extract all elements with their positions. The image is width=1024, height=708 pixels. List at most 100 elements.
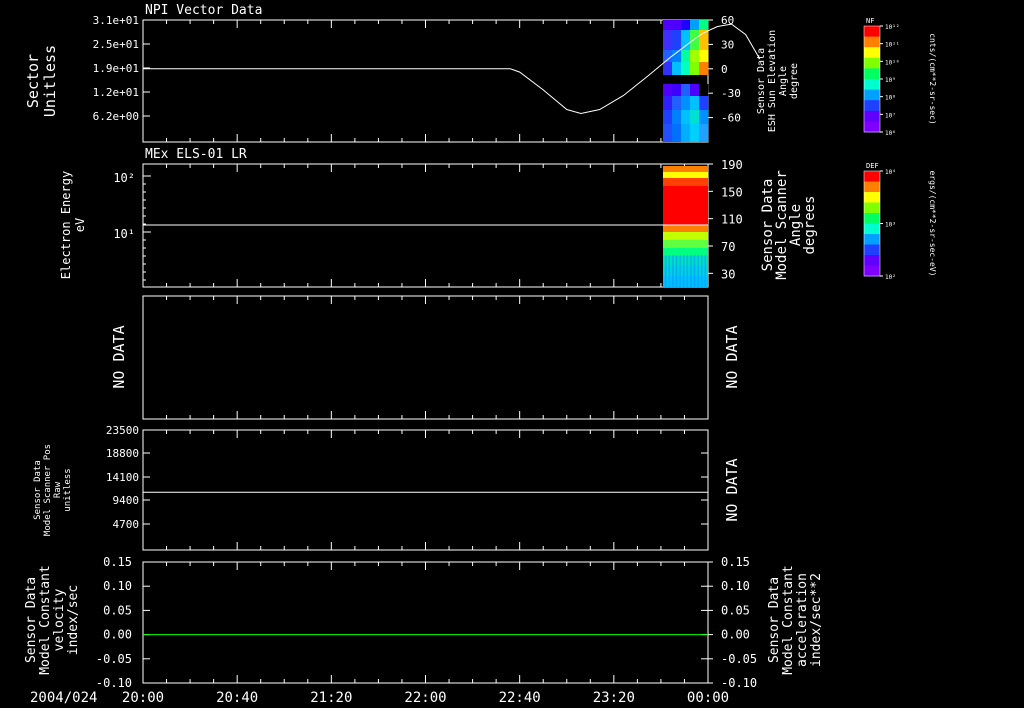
panel-0-spectrogram-cell [663, 110, 673, 124]
panel-2-frame [142, 295, 709, 420]
panel-3-ytick-label: 4700 [113, 518, 140, 531]
colorbar-0-units-group: cnts/(cm**2-sr-sec) [928, 33, 937, 125]
panel-0-spectrogram-cell [672, 84, 682, 96]
panel-0-spectrogram-cell [672, 50, 682, 62]
panel-1-ylabel-0-group: Electron Energy [59, 171, 73, 279]
panel-4-right-tick-label: -0.10 [721, 676, 757, 690]
panel-0-spectrogram-cell [690, 20, 700, 30]
time-tick-label: 23:20 [593, 690, 635, 706]
panel-1-spectrogram-streak [697, 255, 699, 287]
panel-4-right-label-3: index/sec**2 [809, 573, 824, 667]
panel-1-spectrogram-band [663, 166, 708, 172]
colorbar-0-units: cnts/(cm**2-sr-sec) [928, 33, 937, 125]
panel-4-ytick-label: 0.10 [103, 579, 132, 593]
panel-1-spectrogram-streak [704, 255, 706, 287]
panel-0-spectrogram-cell [699, 124, 709, 142]
panel-0-ylabel-tick: 1.9e+01 [93, 62, 139, 75]
panel-1-spectrogram-band [663, 240, 708, 248]
panel-2-no-data-right: NO DATA [723, 325, 741, 388]
colorbar-1-segment [864, 171, 880, 182]
panel-0-spectrogram-cell [663, 124, 673, 142]
panel-1-spectrogram-streak [675, 255, 678, 287]
panel-1-spectrogram-streak [686, 255, 688, 287]
panel-0-spectrogram-cell [681, 96, 691, 110]
panel-1-spectrogram-streak [679, 255, 681, 287]
panel-0-spectrogram-cell [690, 96, 700, 110]
panel-0-spectrogram-cell [690, 50, 700, 62]
colorbar-1-segment [864, 244, 880, 256]
panel-0-spectrogram-cell [672, 30, 682, 50]
panel-4-ylabel-0: Sensor Data [24, 577, 39, 663]
panel-0-right-label-2: Angle [778, 66, 789, 96]
panel-1-ylabel-1: eV [73, 218, 87, 232]
colorbar-1-tick-label: 10³ [885, 222, 896, 229]
colorbar-0-tick-label: 10⁶ [885, 130, 896, 137]
panel-3-ylabel-3: unitless [63, 468, 73, 511]
panel-1-ylabel-1-group: eV [73, 218, 87, 232]
panel-4-ylabel-3-group: index/sec [66, 585, 81, 655]
panel-0-ylabel-0-group: Sector [24, 54, 42, 108]
panel-4-ylabel-0-group: Sensor Data [24, 577, 39, 663]
colorbar-0-title: NF [866, 17, 874, 25]
panel-0-ylabel-tick: 6.2e+00 [93, 110, 139, 123]
panel-1-spectrogram-streak [701, 255, 703, 287]
colorbar-1-units-group: ergs/(cm**2-sr-sec-eV) [928, 171, 937, 277]
panel-0-spectrogram-cell [690, 110, 700, 124]
panel-0-right-label-0-group: Sensor Data [756, 48, 767, 114]
panel-3-ytick-label: 23500 [106, 424, 139, 437]
panel-0-spectrogram-cell [699, 62, 709, 75]
panel-3-no-data-right: NO DATA [723, 458, 741, 521]
colorbar-0-tick-label: 10¹² [885, 24, 899, 31]
panel-0-spectrogram-cell [681, 124, 691, 142]
panel-3-ylabel-2-group: Raw [53, 481, 63, 498]
panel-4-frame [142, 561, 709, 684]
panel-1-title: MEx ELS-01 LR [145, 147, 247, 162]
time-tick-label: 20:00 [122, 690, 164, 706]
colorbar-0-tick-label: 10⁷ [885, 112, 896, 119]
panel-3-ylabel-0: Sensor Data [33, 460, 43, 520]
colorbar-1-segment [864, 192, 880, 203]
panel-3-ylabel-1-group: Model Scanner Pos [43, 444, 53, 536]
panel-0-spectrogram-cell [681, 50, 691, 62]
panel-0-spectrogram-cell [681, 20, 691, 30]
panel-1-right-tick-label: 30 [721, 267, 735, 281]
panel-0-title: NPI Vector Data [145, 3, 262, 18]
panel-0-right-label-3-group: degree [789, 63, 800, 99]
colorbar-0-segment [864, 47, 880, 59]
colorbar-1-segment [864, 265, 880, 277]
panel-0-spectrogram-cell [690, 62, 700, 75]
colorbar-0-segment [864, 26, 880, 37]
time-tick-label: 00:00 [687, 690, 729, 706]
panel-1-spectrogram-streak [668, 255, 670, 287]
panel-0-spectrogram-cell [672, 124, 682, 142]
panel-4-right-label-0: Sensor Data [767, 577, 782, 663]
panel-1-spectrogram-band [663, 178, 708, 186]
colorbar-1-segment [864, 234, 880, 245]
panel-1-ytick-label: 10² [113, 171, 135, 185]
colorbar-1-tick-label: 10² [885, 274, 896, 281]
panel-0-right-label-1: ESH Sun Elevation [767, 30, 778, 132]
panel-0-spectrogram-cell [672, 96, 682, 110]
panel-0-spectrogram-cell [663, 30, 673, 50]
panel-1-spectrogram-band [663, 248, 708, 256]
colorbar-1-tick-label: 10⁴ [885, 169, 896, 176]
colorbar-0-segment [864, 36, 880, 48]
panel-1-spectrogram-streak [693, 255, 696, 287]
colorbar-1-segment [864, 255, 880, 266]
colorbar-1-segment [864, 202, 880, 214]
panel-1-spectrogram-band [663, 195, 708, 225]
panel-0-ylabel-1: Unitless [41, 45, 59, 117]
panel-1-ylabel-0: Electron Energy [59, 171, 73, 279]
colorbar-0-segment [864, 121, 880, 133]
panel-1-spectrogram-band [663, 186, 708, 195]
date-label: 2004/024 [30, 690, 97, 706]
panel-1-spectrogram-band [663, 232, 708, 240]
panel-0-right-tick-label: 30 [721, 38, 734, 51]
plot-canvas: NPI Vector Data 3.1e+01 2.5e+01 1.9e+01 1.2e… [24, 3, 937, 706]
panel-0-right-label-1-group: ESH Sun Elevation [767, 30, 778, 132]
panel-2-no-data-left-group: NO DATA [110, 325, 128, 388]
panel-3-ylabel-3-group: unitless [63, 468, 73, 511]
panel-0-right-label-3: degree [789, 63, 800, 99]
colorbar-0-segment [864, 110, 880, 122]
panel-4-right-tick-label: 0.10 [721, 579, 750, 593]
